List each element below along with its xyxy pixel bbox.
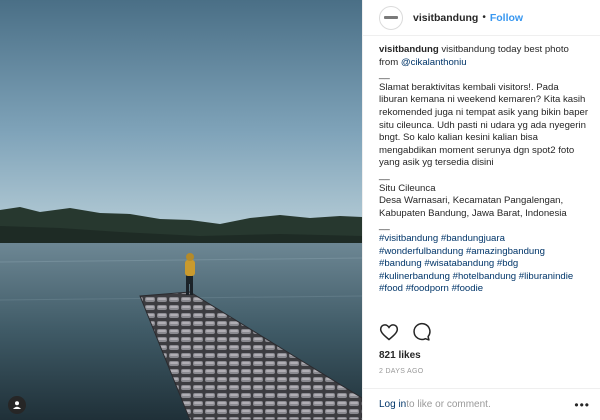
login-link[interactable]: Log in <box>379 399 406 410</box>
comment-prompt: Log in to like or comment. <box>363 388 600 420</box>
post-header: visitbandung • Follow <box>363 0 600 36</box>
separator-dot: • <box>482 12 486 23</box>
hashtag[interactable]: #bandungjuara <box>441 233 505 244</box>
heart-icon[interactable] <box>379 322 399 342</box>
hashtag[interactable]: #wisatabandung <box>424 258 494 269</box>
hashtag[interactable]: #foodporn <box>406 283 449 294</box>
hashtag[interactable]: #hotelbandung <box>453 271 517 282</box>
hashtag[interactable]: #food <box>379 283 403 294</box>
post-actions <box>379 322 431 342</box>
hashtag-list: #visitbandung #bandungjuara #wonderfulba… <box>379 233 589 296</box>
hashtag[interactable]: #foodie <box>452 283 483 294</box>
more-options-icon[interactable]: ••• <box>574 398 590 412</box>
comment-prompt-text: to like or comment. <box>406 399 491 410</box>
caption-separator: __ <box>379 169 390 181</box>
caption-separator: __ <box>379 220 390 232</box>
comment-icon[interactable] <box>411 322 431 342</box>
avatar[interactable] <box>379 5 403 30</box>
lake-pier-photo <box>0 0 362 420</box>
post-timestamp[interactable]: 2 DAYS AGO <box>379 368 424 375</box>
hashtag[interactable]: #bandung <box>379 258 422 269</box>
hashtag[interactable]: #bdg <box>497 258 518 269</box>
likes-count[interactable]: 821 likes <box>379 350 421 361</box>
place-name: Situ Cileunca <box>379 182 436 194</box>
caption-username[interactable]: visitbandung <box>379 44 439 55</box>
hashtag[interactable]: #amazingbandung <box>466 246 545 257</box>
header-username[interactable]: visitbandung <box>413 12 478 24</box>
user-tag-icon[interactable] <box>8 396 26 414</box>
caption-body: Slamat beraktivitas kembali visitors!. P… <box>379 81 589 169</box>
caption-mention[interactable]: @cikalanthoniu <box>401 57 467 68</box>
follow-button[interactable]: Follow <box>490 12 523 24</box>
hashtag[interactable]: #wonderfulbandung <box>379 246 463 257</box>
hashtag[interactable]: #visitbandung <box>379 233 438 244</box>
post-caption: visitbandung visitbandung today best pho… <box>379 44 589 296</box>
hashtag[interactable]: #liburanindie <box>519 271 573 282</box>
caption-separator: __ <box>379 69 390 81</box>
place-address: Desa Warnasari, Kecamatan Pangalengan, K… <box>379 195 567 219</box>
post-photo[interactable] <box>0 0 362 420</box>
hashtag[interactable]: #kulinerbandung <box>379 271 450 282</box>
post-side-panel: visitbandung • Follow visitbandung visit… <box>362 0 600 420</box>
